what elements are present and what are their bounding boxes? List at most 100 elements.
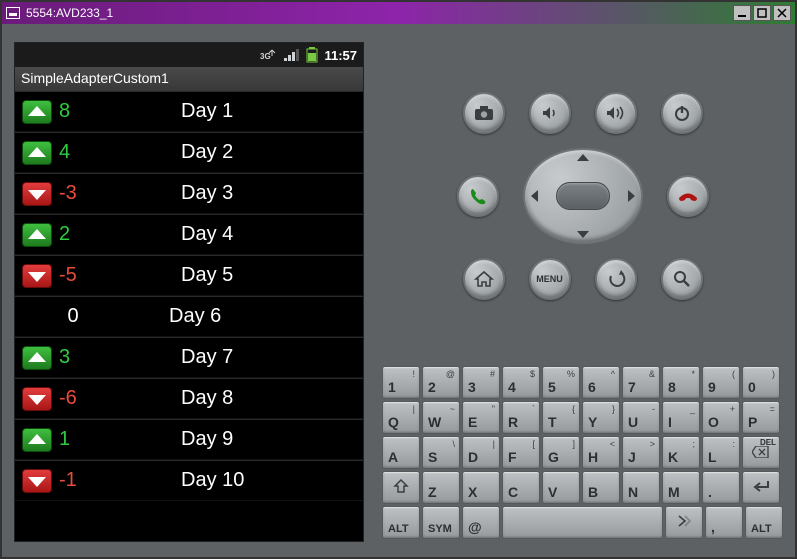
list-item[interactable]: 1Day 9 [15,419,363,460]
dpad-up[interactable] [577,154,589,161]
key-h[interactable]: <H [582,436,620,469]
key-3[interactable]: #3 [462,366,500,399]
key-sym[interactable]: SYM [422,506,460,539]
keyboard-row: ZXCVBNM. [382,471,783,504]
camera-button[interactable] [463,92,505,134]
key-8[interactable]: *8 [662,366,700,399]
key-del[interactable]: DEL [742,436,780,469]
day-label: Day 1 [111,100,363,123]
key-f[interactable]: [F [502,436,540,469]
value-label: 4 [59,141,111,164]
value-label: 1 [59,428,111,451]
arrow-up-icon [22,428,52,452]
list-item[interactable]: 2Day 4 [15,214,363,255]
volume-up-button[interactable] [595,92,637,134]
key-p[interactable]: =P [742,401,780,434]
arrow-up-icon [22,141,52,165]
key-o[interactable]: +O [702,401,740,434]
key-9[interactable]: (9 [702,366,740,399]
key-b[interactable]: B [582,471,620,504]
key-v[interactable]: V [542,471,580,504]
key-j[interactable]: >J [622,436,660,469]
key-d[interactable]: |D [462,436,500,469]
key-shift[interactable] [382,471,420,504]
dpad-center[interactable] [556,182,610,210]
key-alt[interactable]: ALT [382,506,420,539]
device-pane: 3G 11:57 SimpleAdapterCustom1 8Day 14Day… [2,24,382,557]
list-item[interactable]: 3Day 7 [15,337,363,378]
day-label: Day 4 [111,223,363,246]
key-enter[interactable] [742,471,780,504]
key-l[interactable]: :L [702,436,740,469]
end-call-button[interactable] [667,175,709,217]
arrow-down-icon [22,182,52,206]
list-item[interactable]: 4Day 2 [15,132,363,173]
value-label: -1 [59,469,111,492]
key-r[interactable]: `R [502,401,540,434]
hardware-keyboard: !1@2#3$4%5^6&7*8(9)0 |Q~W"E`R{T}Y-U_I+O=P… [382,366,783,539]
key-y[interactable]: }Y [582,401,620,434]
key-t[interactable]: {T [542,401,580,434]
key-4[interactable]: $4 [502,366,540,399]
trend-icon-cell [15,346,59,370]
trend-icon-cell [15,141,59,165]
key-i[interactable]: _I [662,401,700,434]
key-s[interactable]: \S [422,436,460,469]
day-label: Day 10 [111,469,363,492]
key-u[interactable]: -U [622,401,660,434]
maximize-button[interactable] [753,5,771,21]
arrow-up-icon [22,223,52,247]
list-item[interactable]: 8Day 1 [15,91,363,132]
dpad-right[interactable] [628,190,635,202]
key-n[interactable]: N [622,471,660,504]
key-space[interactable] [502,506,663,539]
key-7[interactable]: &7 [622,366,660,399]
list-view[interactable]: 8Day 14Day 2-3Day 32Day 4-5Day 50Day 63D… [15,91,363,501]
day-label: Day 9 [111,428,363,451]
key-e[interactable]: "E [462,401,500,434]
window-icon [6,7,20,19]
key-alt[interactable]: ALT [745,506,783,539]
list-item[interactable]: -1Day 10 [15,460,363,501]
key-slash-left[interactable] [665,506,703,539]
key-2[interactable]: @2 [422,366,460,399]
key-c[interactable]: C [502,471,540,504]
dpad-down[interactable] [577,231,589,238]
minimize-button[interactable] [733,5,751,21]
key-a[interactable]: A [382,436,420,469]
day-label: Day 3 [111,182,363,205]
list-item[interactable]: 0Day 6 [15,296,363,337]
key-g[interactable]: ]G [542,436,580,469]
key-.[interactable]: . [702,471,740,504]
search-button[interactable] [661,258,703,300]
back-button[interactable] [595,258,637,300]
value-label: -6 [59,387,111,410]
key-5[interactable]: %5 [542,366,580,399]
volume-down-button[interactable] [529,92,571,134]
key-@[interactable]: @ [462,506,500,539]
key-k[interactable]: ;K [662,436,700,469]
key-q[interactable]: |Q [382,401,420,434]
menu-button[interactable]: MENU [529,258,571,300]
key-w[interactable]: ~W [422,401,460,434]
list-item[interactable]: -3Day 3 [15,173,363,214]
dpad-left[interactable] [531,190,538,202]
home-button[interactable] [463,258,505,300]
key-z[interactable]: Z [422,471,460,504]
app-title: SimpleAdapterCustom1 [15,67,363,91]
list-item[interactable]: -5Day 5 [15,255,363,296]
key-1[interactable]: !1 [382,366,420,399]
key-,[interactable]: , [705,506,743,539]
key-0[interactable]: )0 [742,366,780,399]
close-button[interactable] [773,5,791,21]
emulator-controls: MENU !1@2#3$4%5^6&7*8(9)0 |Q~W"E`R{T}Y-U_… [382,24,795,557]
power-button[interactable] [661,92,703,134]
day-label: Day 5 [111,264,363,287]
list-item[interactable]: -6Day 8 [15,378,363,419]
day-label: Day 8 [111,387,363,410]
key-6[interactable]: ^6 [582,366,620,399]
enter-icon [751,479,771,496]
key-x[interactable]: X [462,471,500,504]
call-button[interactable] [457,175,499,217]
key-m[interactable]: M [662,471,700,504]
